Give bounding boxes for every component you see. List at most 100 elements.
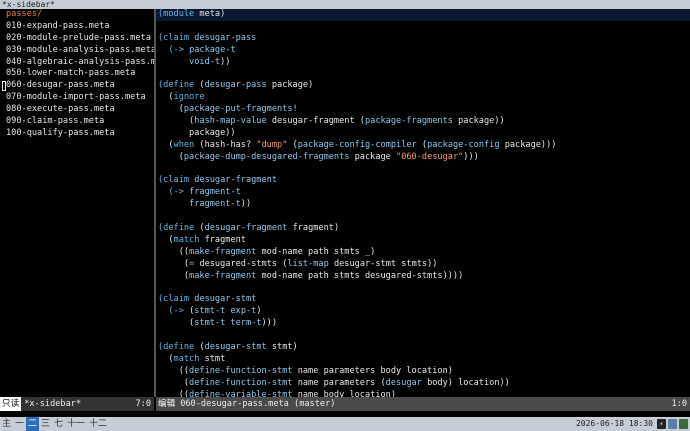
editor-buffer-name: 060-desugar-pass.meta (master) — [180, 399, 336, 409]
code-token: (-> — [168, 306, 184, 317]
code-token: match — [173, 353, 200, 364]
code-line[interactable]: (-> fragment-t — [156, 187, 690, 199]
code-token: ( — [158, 258, 190, 269]
bolt-icon[interactable]: ⚡ — [657, 419, 666, 429]
code-token: (-> — [168, 187, 184, 198]
sidebar-file-item[interactable]: 090-claim-pass.meta — [0, 116, 154, 128]
code-token: ( — [158, 353, 174, 364]
code-token: desugar-fragment ( — [266, 116, 365, 127]
code-line[interactable]: (when (hash-has? "dump" (package-config-… — [156, 140, 690, 152]
code-token: make-fragment — [189, 246, 257, 257]
code-line[interactable]: (= desugared-stmts (list-map desugar-stm… — [156, 259, 690, 271]
workspace-button[interactable]: 主 — [0, 417, 13, 431]
code-editor[interactable]: (module meta) (claim desugar-pass (-> pa… — [156, 9, 690, 397]
workspace-button[interactable]: 十一 — [65, 417, 87, 431]
clock[interactable]: 2026-06-18 18:30 — [576, 417, 653, 431]
code-token: ( — [194, 341, 205, 352]
code-line[interactable] — [156, 211, 690, 223]
code-line[interactable]: ((define-variable-stmt name body locatio… — [156, 390, 690, 398]
code-line[interactable]: (define (desugar-stmt stmt) — [156, 342, 690, 354]
code-line[interactable]: (make-fragment mod-name path stmts desug… — [156, 271, 690, 283]
code-token: name parameters ( — [292, 377, 386, 388]
editor-cursor-position: 1:0 — [671, 399, 687, 409]
code-line[interactable]: (define-function-stmt name parameters (d… — [156, 378, 690, 390]
sidebar-file-item[interactable]: 080-execute-pass.meta — [0, 104, 154, 116]
code-token: ( — [158, 234, 174, 245]
workspace-button[interactable]: 二 — [26, 417, 40, 431]
code-line[interactable]: (match fragment — [156, 235, 690, 247]
file-sidebar[interactable]: passes/ 010-expand-pass.meta 020-module-p… — [0, 9, 154, 397]
code-line[interactable]: (stmt-t term-t))) — [156, 318, 690, 330]
code-line[interactable]: (match stmt — [156, 354, 690, 366]
code-token: ( — [416, 139, 428, 150]
window-icon[interactable] — [668, 419, 677, 429]
code-token: ( — [287, 139, 298, 150]
code-token: desugar-fragment — [189, 175, 278, 186]
code-token: ))) — [463, 151, 479, 162]
code-line[interactable]: (module meta) — [156, 9, 690, 21]
code-line[interactable]: (define (desugar-pass package) — [156, 80, 690, 92]
sidebar-modeline: 只读 *x-sidebar* 7:0 — [0, 397, 154, 411]
code-line[interactable]: ((make-fragment mod-name path stmts _) — [156, 247, 690, 259]
workspace-button[interactable]: 一 — [13, 417, 26, 431]
code-token: define-function-stmt — [189, 377, 293, 388]
code-line[interactable]: (-> (stmt-t exp-t) — [156, 306, 690, 318]
sidebar-file-item[interactable]: 100-qualify-pass.meta — [0, 128, 154, 140]
code-token: stmt-t exp-t — [194, 306, 257, 317]
code-line[interactable]: (package-put-fragments! — [156, 104, 690, 116]
code-token: define-function-stmt — [189, 365, 293, 376]
code-token: void-t — [158, 56, 221, 67]
code-line[interactable] — [156, 164, 690, 176]
code-token: )) — [220, 56, 231, 67]
code-token: ( — [194, 80, 205, 91]
code-token: package-t — [183, 44, 236, 55]
network-icon[interactable] — [679, 419, 688, 429]
code-token: fragment — [199, 234, 246, 245]
code-line[interactable] — [156, 68, 690, 80]
sidebar-file-item[interactable]: 030-module-analysis-pass.meta — [0, 45, 154, 57]
code-line[interactable]: (-> package-t — [156, 45, 690, 57]
code-token: hash-map-value — [194, 116, 267, 127]
workspace-button[interactable]: 十二 — [87, 417, 109, 431]
code-line[interactable]: (define (desugar-fragment fragment) — [156, 223, 690, 235]
code-token: package) — [266, 80, 314, 91]
code-token: ( — [158, 377, 190, 388]
code-token: ( — [158, 318, 195, 329]
code-line[interactable]: void-t)) — [156, 57, 690, 69]
sidebar-file-item[interactable]: 020-module-prelude-pass.meta — [0, 33, 154, 45]
workspace-button[interactable]: 三 — [39, 417, 52, 431]
code-token: ( — [158, 139, 174, 150]
window-title-bar[interactable]: *x-sidebar* — [0, 0, 690, 9]
sidebar-file-item[interactable]: 010-expand-pass.meta — [0, 21, 154, 33]
code-token: ( — [158, 270, 190, 281]
sidebar-file-item[interactable]: 040-algebraic-analysis-pass.meta — [0, 57, 154, 69]
code-line[interactable]: (ignore — [156, 92, 690, 104]
sidebar-file-item[interactable]: 060-desugar-pass.meta — [0, 80, 154, 92]
code-token: stmt) — [266, 341, 298, 352]
sidebar-directory[interactable]: passes/ — [0, 9, 154, 21]
code-token: define-variable-stmt — [189, 389, 293, 398]
code-line[interactable]: (claim desugar-pass — [156, 33, 690, 45]
code-token: ( — [183, 306, 195, 317]
code-token: (hash-has? — [194, 139, 257, 150]
code-line[interactable]: ((define-function-stmt name parameters b… — [156, 366, 690, 378]
sidebar-file-item[interactable]: 070-module-import-pass.meta — [0, 92, 154, 104]
editor-modeline: 编辑 060-desugar-pass.meta (master) 1:0 — [156, 397, 690, 411]
code-token: when — [173, 139, 195, 150]
code-token: desugared-stmts ( — [194, 258, 288, 269]
code-line[interactable]: fragment-t)) — [156, 199, 690, 211]
code-line[interactable]: (claim desugar-stmt — [156, 294, 690, 306]
workspace-button[interactable]: 七 — [52, 417, 65, 431]
code-token: package-dump-desugared-fragments — [183, 151, 350, 162]
code-token: package-config — [427, 139, 500, 150]
code-token: fragment-t — [183, 187, 241, 198]
code-line[interactable]: (hash-map-value desugar-fragment (packag… — [156, 116, 690, 128]
code-line[interactable] — [156, 282, 690, 294]
code-line[interactable] — [156, 21, 690, 33]
code-line[interactable]: package)) — [156, 128, 690, 140]
code-line[interactable]: (package-dump-desugared-fragments packag… — [156, 152, 690, 164]
sidebar-file-item[interactable]: 050-lower-match-pass.meta — [0, 68, 154, 80]
code-line[interactable]: (claim desugar-fragment — [156, 175, 690, 187]
code-line[interactable] — [156, 330, 690, 342]
